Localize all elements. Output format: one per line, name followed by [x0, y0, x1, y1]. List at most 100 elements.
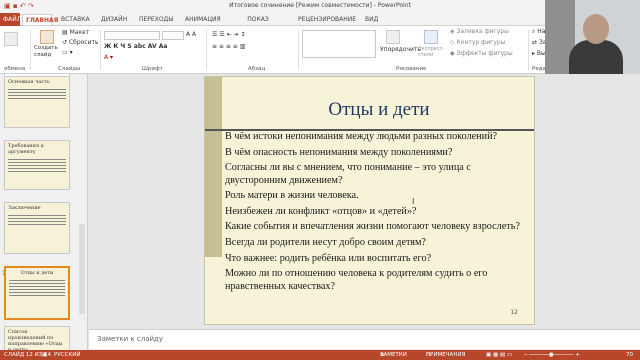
tab-home[interactable]: ГЛАВНАЯ — [22, 14, 58, 25]
slide-sidebar-decoration — [205, 77, 222, 257]
thumb-line — [8, 162, 66, 163]
font-group-label: Шрифт — [142, 66, 163, 72]
thumb-line — [9, 283, 65, 284]
webcam-overlay — [545, 0, 640, 74]
bullet-item: В чём опасность непонимания между поколе… — [225, 146, 453, 158]
express-styles-icon[interactable] — [424, 30, 438, 44]
slide-thumbnail[interactable]: Заключение — [4, 202, 70, 254]
webcam-person-head — [583, 14, 609, 44]
shape-outline-label: Контур фигуры — [456, 39, 506, 46]
thumb-line — [9, 289, 65, 290]
slide-thumbnail[interactable]: Основная часть — [4, 76, 70, 128]
font-color-icon[interactable]: A ▾ — [104, 54, 113, 62]
thumbnail-title: Требования к аргументу — [8, 143, 44, 155]
paste-icon[interactable] — [4, 32, 18, 46]
font-size-buttons[interactable]: A A — [186, 31, 196, 39]
thumb-line — [8, 171, 66, 172]
paragraph-group-label: Абзац — [248, 66, 266, 72]
list-buttons[interactable]: ☰ ☰ ⇤ ⇥ ↕ — [212, 31, 245, 39]
thumbnail-title: Отцы и дети — [20, 270, 54, 276]
thumbnails-scrollbar[interactable] — [79, 224, 85, 314]
drawing-group-label: Рисование — [396, 66, 427, 72]
arrange-icon[interactable] — [386, 30, 400, 44]
reset-button[interactable]: ↺ Сбросить — [62, 39, 99, 47]
language-indicator[interactable]: РУССКИЙ — [54, 350, 80, 360]
text-cursor-icon: I — [412, 197, 415, 206]
tab-animation[interactable]: АНИМАЦИЯ — [182, 14, 222, 25]
shape-effects-button[interactable]: ◆ Эффекты фигуры — [450, 50, 513, 58]
express-styles-button[interactable]: Экспресс-стили — [418, 46, 448, 58]
create-slide-button[interactable]: Создать слайд — [34, 45, 64, 59]
tab-file[interactable]: ФАЙЛ — [0, 13, 21, 26]
ribbon-divider — [298, 30, 299, 70]
thumb-line — [8, 98, 66, 99]
view-buttons[interactable]: ▣ ▦ ▤ ▭ — [486, 350, 512, 360]
thumbnail-title: Основная часть — [8, 79, 50, 85]
tab-transitions[interactable]: ПЕРЕХОДЫ — [136, 14, 174, 25]
layout-icon: ▤ — [62, 29, 70, 36]
thumb-line — [9, 292, 65, 293]
ribbon-divider — [528, 30, 529, 70]
tab-insert[interactable]: ВСТАВКА — [58, 14, 90, 25]
shapes-gallery[interactable] — [302, 30, 376, 58]
bullet-item: Какие события и впечатления жизни помога… — [225, 221, 520, 233]
thumb-line — [8, 168, 66, 169]
font-size-select[interactable] — [162, 31, 184, 40]
bullet-item: Неизбежен ли конфликт «отцов» и «детей»? — [225, 205, 417, 217]
bullet-item: Согласны ли вы с мнением, что понимание … — [225, 162, 471, 186]
webcam-person-body — [569, 40, 623, 74]
thumb-line — [9, 295, 65, 296]
bullet-item: Можно ли по отношению человека к родител… — [225, 268, 488, 292]
shape-fill-button[interactable]: ◈ Заливка фигуры — [450, 28, 509, 36]
tab-slideshow[interactable]: ПОКАЗ СЛАЙДОВ — [232, 14, 284, 34]
bullet-item: Роль матери в жизни человека. — [225, 190, 359, 202]
slide-body-text[interactable]: В чём истоки непонимания между людьми ра… — [225, 131, 531, 296]
bullet-item: В чём истоки непонимания между людьми ра… — [225, 131, 498, 142]
align-buttons[interactable]: ≡ ≡ ≡ ≡ ▥ — [212, 43, 245, 51]
thumb-line — [8, 224, 66, 225]
slide-page-number: 12 — [510, 309, 518, 316]
slides-group-label: Слайды — [58, 66, 81, 72]
slide-thumbnail[interactable]: Список произведений по направлению «Отцы… — [4, 326, 70, 350]
thumb-line — [8, 215, 66, 216]
spellcheck-icon[interactable]: ▣ — [42, 350, 47, 360]
title-bar: ▣ ▪ ↶ ↷ Итоговое сочинение [Режим совмес… — [0, 0, 640, 12]
notes-toggle-label: ЗАМЕТКИ — [380, 352, 407, 358]
tab-view[interactable]: ВИД — [362, 14, 378, 25]
ribbon-divider — [100, 30, 101, 70]
bullet-item: Что важнее: родить ребёнка или воспитать… — [225, 252, 432, 264]
ribbon-divider — [206, 30, 207, 70]
thumb-line — [8, 95, 66, 96]
zoom-level[interactable]: 70 — [626, 350, 633, 360]
thumb-line — [8, 165, 66, 166]
font-name-select[interactable] — [104, 31, 160, 40]
zoom-slider[interactable]: ─ ──────●────── + — [524, 350, 580, 360]
layout-button[interactable]: ▤ Макет — [62, 29, 89, 37]
ribbon-divider — [30, 30, 31, 70]
thumb-line — [8, 92, 66, 93]
bullet-item: Всегда ли родители несут добро своим дет… — [225, 236, 426, 248]
thumb-line — [9, 286, 65, 287]
slide-editor: Отцы и дети В чём истоки непонимания меж… — [89, 74, 640, 329]
status-bar: СЛАЙД 12 ИЗ 14 ▣ РУССКИЙ ≡ ЗАМЕТКИ ▭ ПРИ… — [0, 350, 640, 360]
thumb-line — [9, 280, 65, 281]
slide-thumbnails-pane: Основная часть Требования к аргументу За… — [0, 74, 88, 350]
tab-design[interactable]: ДИЗАЙН — [98, 14, 128, 25]
slide-title[interactable]: Отцы и дети — [222, 99, 534, 121]
slide-thumbnail-selected[interactable]: Отцы и дети — [4, 266, 70, 320]
slide-thumbnail[interactable]: Требования к аргументу — [4, 140, 70, 190]
tab-review[interactable]: РЕЦЕНЗИРОВАНИЕ — [295, 14, 356, 25]
notes-pane[interactable]: Заметки к слайду — [89, 329, 640, 349]
arrange-button[interactable]: Упорядочить — [380, 46, 421, 54]
reset-icon: ↺ — [62, 39, 69, 46]
thumbnail-title: Заключение — [8, 205, 41, 211]
notes-placeholder: Заметки к слайду — [97, 335, 164, 343]
layout-label: Макет — [69, 29, 90, 36]
shape-outline-button[interactable]: ◇ Контур фигуры — [450, 39, 505, 47]
window-title: Итоговое сочинение [Режим совместимости]… — [229, 2, 411, 9]
section-button[interactable]: ▭ ▾ — [62, 49, 73, 57]
new-slide-icon[interactable] — [40, 30, 54, 44]
font-format-buttons[interactable]: Ж К Ч S abc AV Aa — [104, 43, 167, 51]
thumb-line — [8, 89, 66, 90]
slide-canvas[interactable]: Отцы и дети В чём истоки непонимания меж… — [204, 76, 535, 325]
